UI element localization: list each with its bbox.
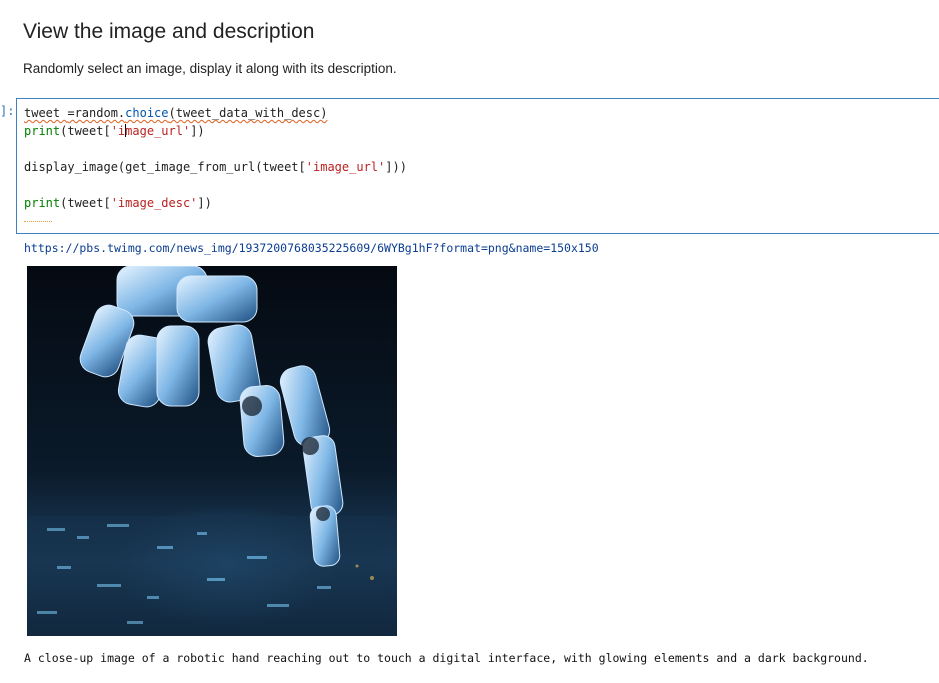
cell-prompt: ]:: [0, 104, 15, 118]
lint-squiggle: [24, 217, 52, 222]
output-url-text: https://pbs.twimg.com/news_img/193720076…: [24, 241, 599, 255]
code-token: tweet: [24, 106, 68, 120]
code-content[interactable]: tweet =random.choice(tweet_data_with_des…: [24, 104, 407, 212]
robotic-hand-icon: [27, 266, 397, 636]
output-description-text: A close-up image of a robotic hand reach…: [24, 651, 869, 665]
code-cell-editor[interactable]: tweet =random.choice(tweet_data_with_des…: [16, 98, 939, 234]
robotic-hand-image: [27, 266, 397, 636]
markdown-heading: View the image and description: [23, 20, 315, 43]
markdown-text: Randomly select an image, display it alo…: [23, 61, 397, 76]
